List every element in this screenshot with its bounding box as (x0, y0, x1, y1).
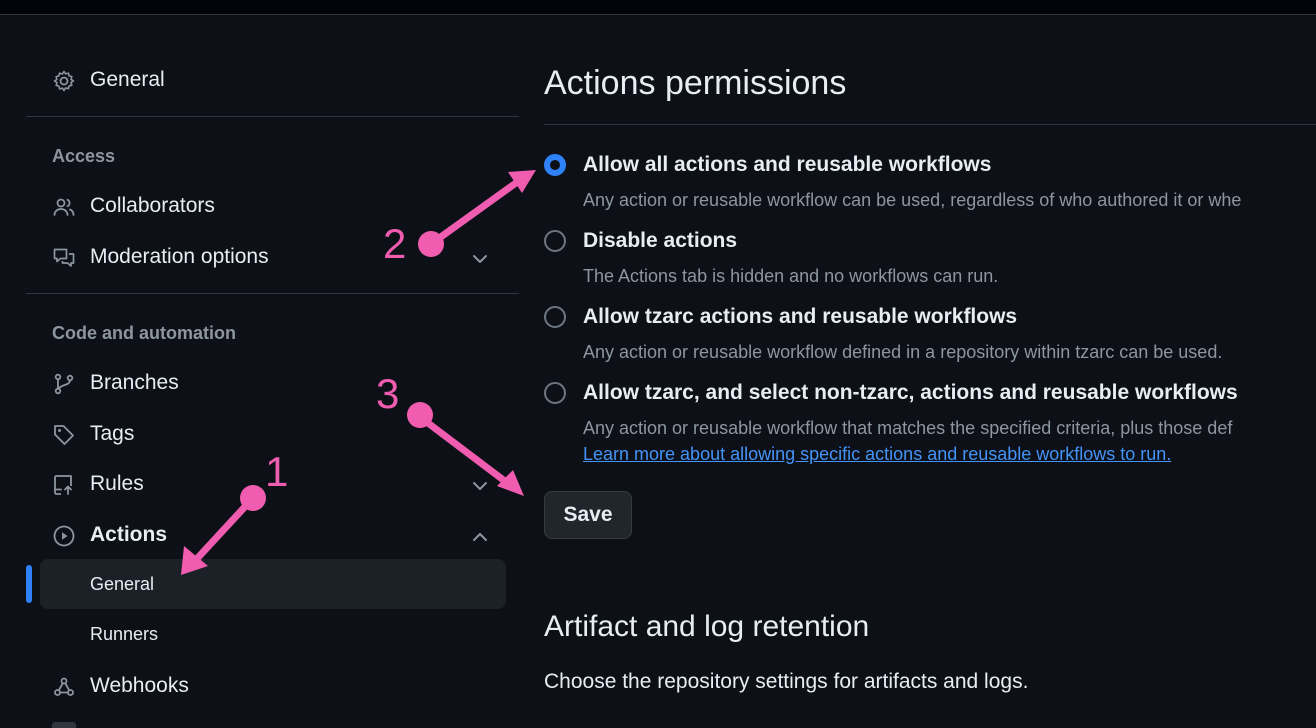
sidebar-subitem-label: Runners (90, 624, 159, 644)
learn-more-link[interactable]: Learn more about allowing specific actio… (583, 444, 1171, 465)
section-heading-access: Access (52, 146, 116, 166)
annotation-number-3: 3 (376, 370, 400, 417)
option-title: Disable actions (583, 229, 738, 252)
option-description: Any action or reusable workflow that mat… (583, 418, 1233, 438)
tag-icon (54, 425, 74, 445)
sidebar-subitem-actions-general[interactable]: General (40, 559, 506, 609)
title-divider (544, 124, 1316, 125)
chevron-down-icon[interactable] (470, 249, 490, 269)
play-circle-icon (53, 525, 75, 547)
sidebar-item-actions[interactable]: Actions (26, 513, 506, 557)
save-button[interactable]: Save (544, 491, 632, 539)
sidebar-item-label: General (90, 68, 165, 91)
people-icon (53, 198, 75, 216)
radio-allow-all[interactable] (544, 154, 566, 176)
sidebar-item-label: Rules (90, 472, 144, 495)
radio-allow-select[interactable] (544, 382, 566, 404)
option-description: Any action or reusable workflow defined … (583, 342, 1223, 362)
artifact-retention-title: Artifact and log retention (544, 610, 870, 643)
sidebar-item-branches[interactable]: Branches (26, 361, 506, 405)
sidebar-divider (26, 116, 519, 117)
settings-sidebar: General Access Collaborators Moderation … (26, 0, 519, 728)
option-title: Allow tzarc actions and reusable workflo… (583, 305, 1018, 328)
sidebar-item-label: Actions (90, 523, 168, 546)
next-item-icon-partial (52, 722, 76, 728)
option-description: Any action or reusable workflow can be u… (583, 190, 1242, 210)
sidebar-subitem-runners[interactable]: Runners (40, 609, 506, 659)
repo-push-icon (54, 475, 72, 495)
webhook-icon (54, 677, 74, 696)
main-content: Actions permissions Allow all actions an… (544, 0, 1316, 728)
radio-allow-tzarc[interactable] (544, 306, 566, 328)
section-heading-code-automation: Code and automation (52, 323, 236, 343)
sidebar-item-moderation[interactable]: Moderation options (26, 235, 506, 279)
page-title: Actions permissions (544, 64, 847, 102)
option-title: Allow tzarc, and select non-tzarc, actio… (583, 381, 1238, 404)
sidebar-item-webhooks[interactable]: Webhooks (26, 664, 506, 708)
active-indicator (26, 565, 32, 603)
chevron-up-icon[interactable] (470, 527, 490, 547)
option-description: The Actions tab is hidden and no workflo… (583, 266, 999, 286)
sidebar-item-general[interactable]: General (26, 58, 506, 102)
option-title: Allow all actions and reusable workflows (583, 153, 992, 176)
annotation-number-1: 1 (265, 448, 289, 495)
sidebar-subitem-label: General (90, 574, 155, 594)
git-branch-icon (54, 373, 74, 395)
sidebar-item-label: Collaborators (90, 194, 215, 217)
annotation-number-2: 2 (383, 220, 407, 267)
artifact-retention-description: Choose the repository settings for artif… (544, 670, 1029, 693)
sidebar-item-collaborators[interactable]: Collaborators (26, 184, 506, 228)
sidebar-item-label: Webhooks (90, 674, 189, 697)
sidebar-item-label: Moderation options (90, 245, 269, 268)
sidebar-divider (26, 293, 519, 294)
comment-discussion-icon (53, 248, 75, 267)
radio-disable-actions[interactable] (544, 230, 566, 252)
sidebar-item-label: Branches (90, 371, 179, 394)
chevron-down-icon[interactable] (470, 476, 490, 496)
gear-icon (53, 70, 75, 92)
sidebar-item-label: Tags (90, 422, 135, 445)
